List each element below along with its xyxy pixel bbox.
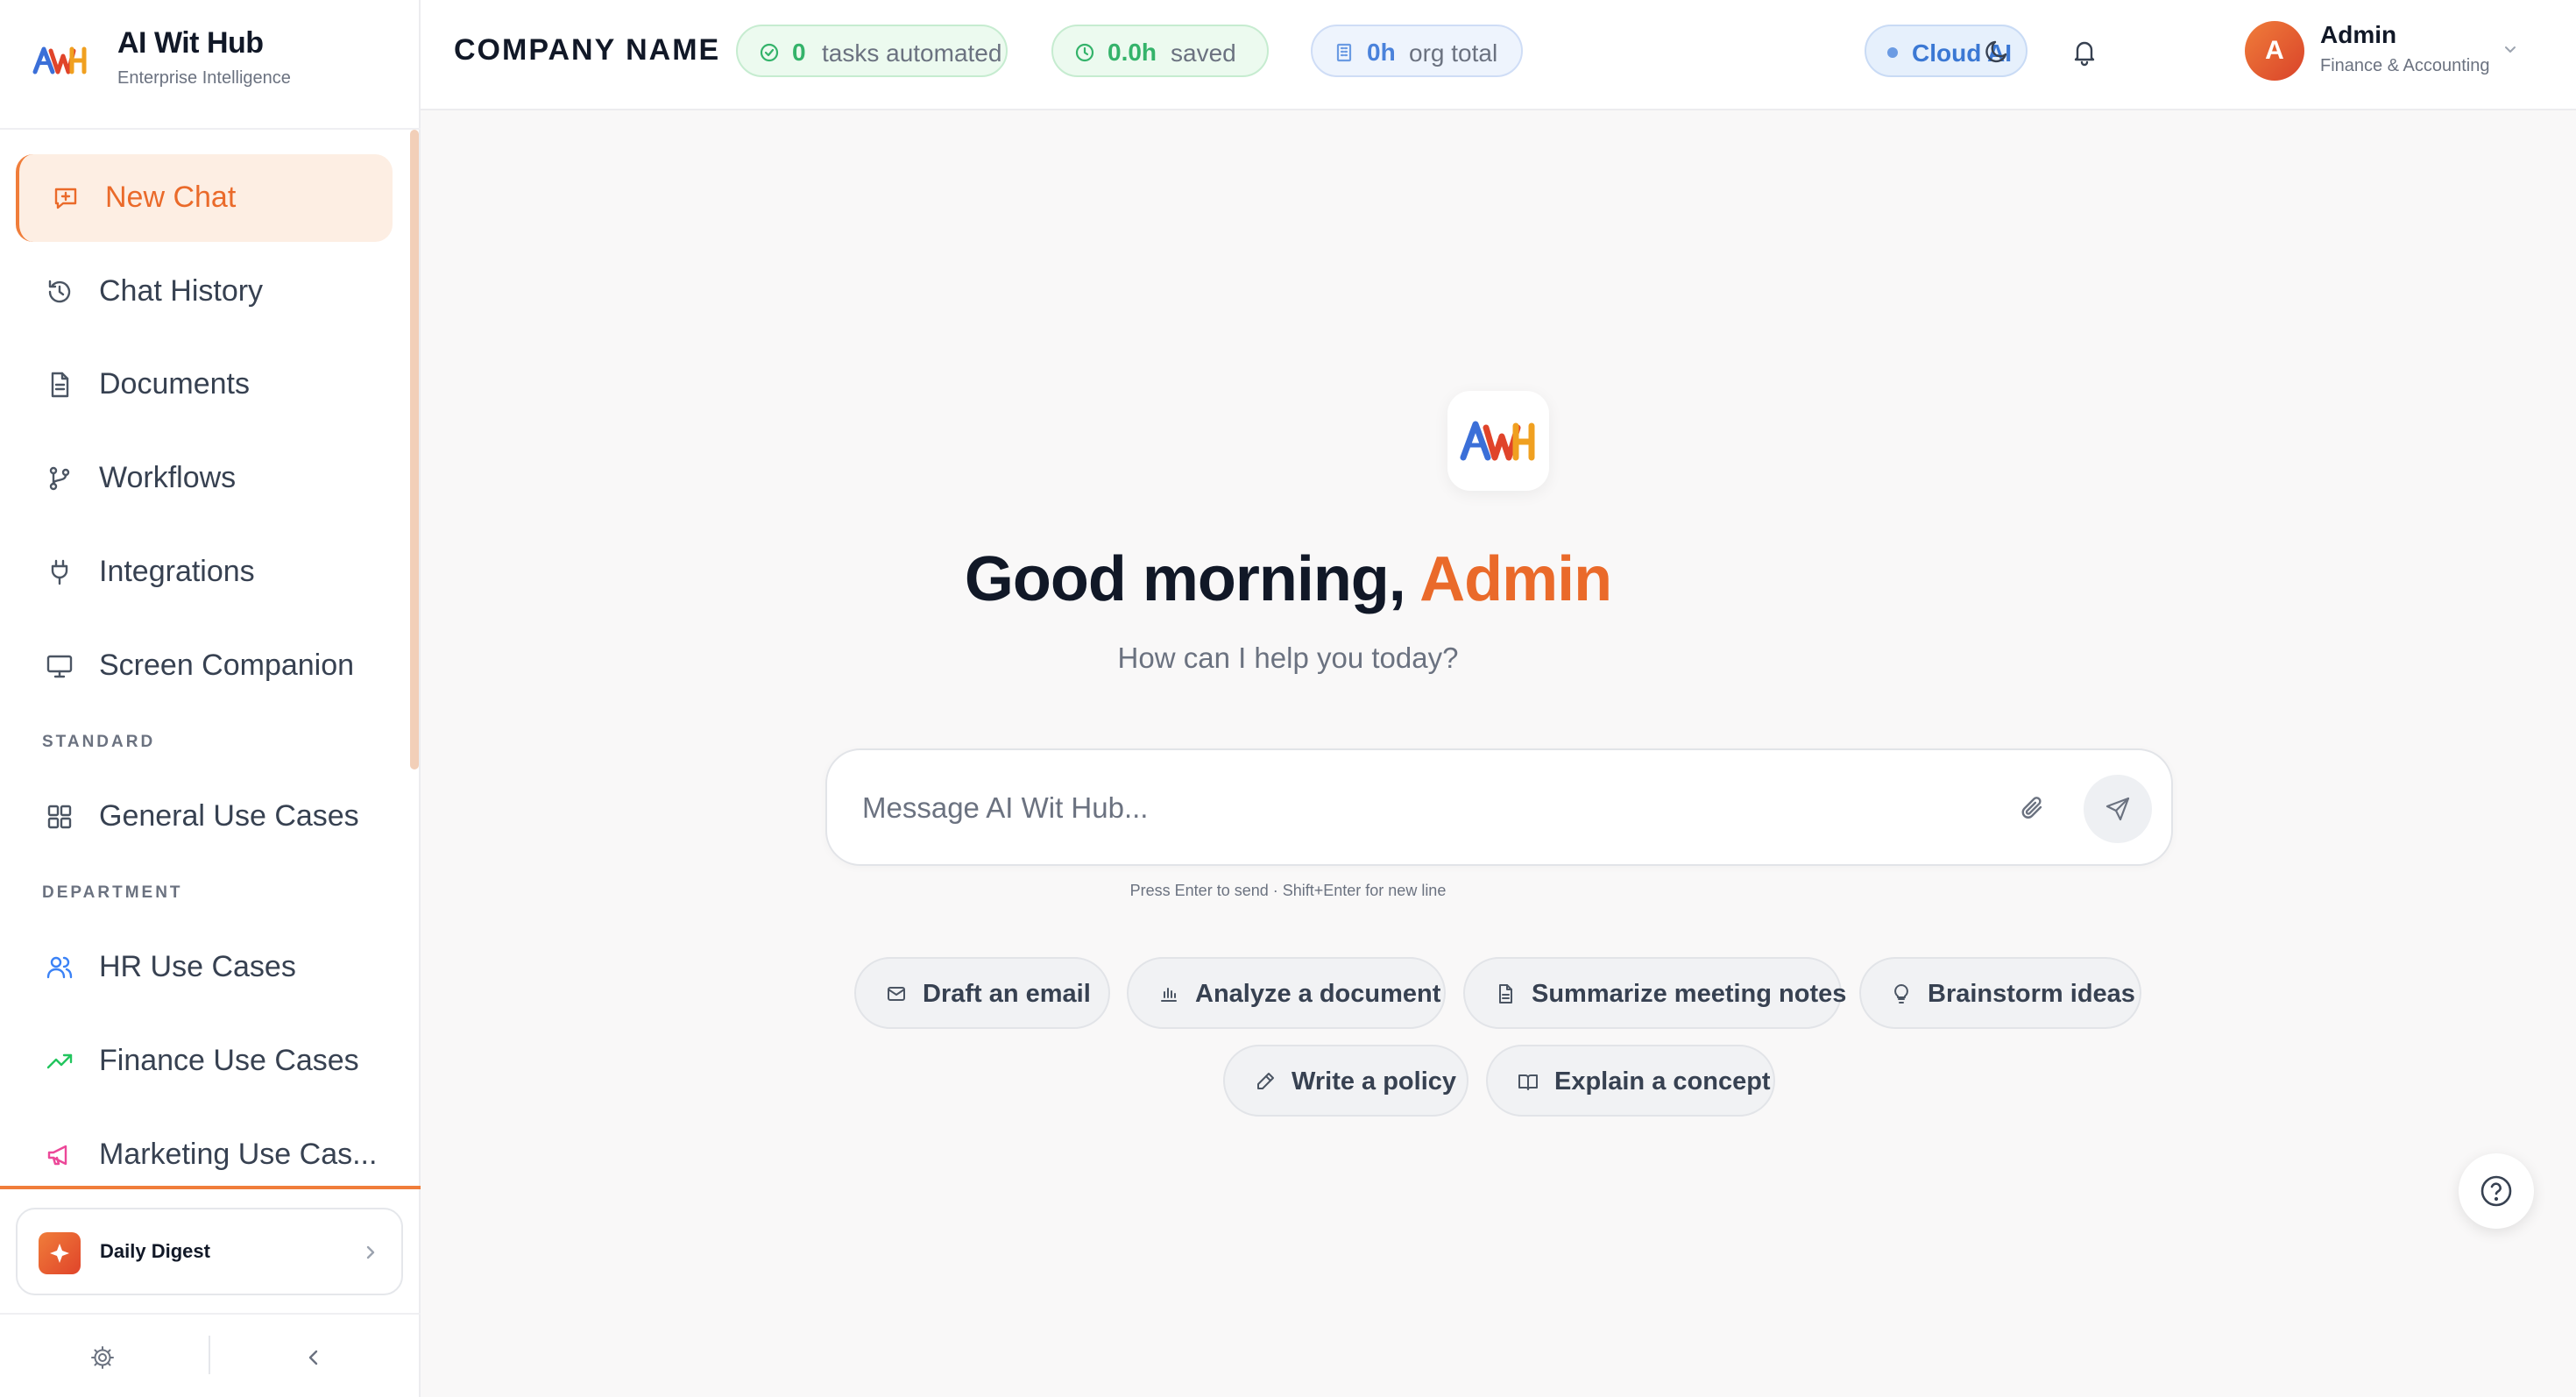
check-circle-icon xyxy=(760,43,779,62)
send-button[interactable] xyxy=(2084,775,2152,843)
brand-header: AI Wit Hub Enterprise Intelligence xyxy=(0,0,421,130)
greeting-subtitle: How can I help you today? xyxy=(1117,642,1459,674)
file-text-icon xyxy=(1499,984,1512,1003)
clock-icon xyxy=(1075,43,1094,62)
pen-icon xyxy=(1257,1073,1274,1089)
status-dot xyxy=(1887,47,1898,58)
megaphone-icon xyxy=(47,1145,67,1166)
sidebar-item-hr-use-cases[interactable]: HR Use Cases xyxy=(16,924,393,1011)
suggestion-explain-concept[interactable]: Explain a concept xyxy=(1486,1045,1775,1117)
daily-digest-button[interactable]: Daily Digest xyxy=(16,1208,403,1295)
hero-logo xyxy=(1447,391,1549,491)
lightbulb-icon xyxy=(1894,984,1908,1003)
sidebar-item-label: Documents xyxy=(99,367,250,401)
greeting-text: Good morning, xyxy=(964,544,1406,614)
building-icon xyxy=(1336,43,1352,62)
stat-value: 0.0h xyxy=(1108,39,1157,66)
greeting-heading: Good morning, Admin xyxy=(0,543,2576,615)
stat-label: tasks automated xyxy=(822,39,1002,67)
stat-label: org total xyxy=(1409,39,1498,67)
moon-icon[interactable] xyxy=(1982,37,2012,67)
suggestion-label: Write a policy xyxy=(1292,1067,1457,1096)
brand-subtitle: Enterprise Intelligence xyxy=(117,68,291,88)
composer-hint: Press Enter to send · Shift+Enter for ne… xyxy=(1129,882,1447,899)
chat-plus-icon xyxy=(54,188,77,209)
greeting-name: Admin xyxy=(1419,544,1612,614)
message-composer xyxy=(825,748,2173,866)
chevron-right-icon xyxy=(366,1245,375,1259)
sidebar-item-label: Finance Use Cases xyxy=(99,1044,359,1077)
sidebar-item-label: New Chat xyxy=(105,181,237,214)
suggestion-summarize-notes[interactable]: Summarize meeting notes xyxy=(1463,957,1846,1029)
bar-chart-icon xyxy=(1161,988,1177,1002)
sidebar-item-workflows[interactable]: Workflows xyxy=(16,435,393,522)
git-branch-icon xyxy=(49,466,70,491)
grid-icon xyxy=(47,805,72,829)
sidebar-item-new-chat[interactable]: New Chat xyxy=(16,154,393,242)
help-button[interactable] xyxy=(2459,1153,2534,1229)
suggestion-label: Brainstorm ideas xyxy=(1928,980,2135,1008)
avatar[interactable]: A xyxy=(2245,21,2304,81)
chevron-down-icon[interactable] xyxy=(2501,40,2520,60)
stat-value: 0h xyxy=(1367,39,1396,66)
sidebar: AI Wit Hub Enterprise Intelligence New C… xyxy=(0,0,421,1397)
sidebar-item-marketing-use-cases[interactable]: Marketing Use Cas... xyxy=(16,1111,393,1187)
suggestion-label: Explain a concept xyxy=(1554,1067,1771,1096)
sidebar-item-label: HR Use Cases xyxy=(99,950,296,983)
sidebar-divider xyxy=(0,1186,421,1189)
book-icon xyxy=(1518,1074,1538,1090)
top-header: COMPANY NAME 0 tasks automated 0.0h save… xyxy=(421,0,2576,110)
user-role: Finance & Accounting xyxy=(2320,56,2490,75)
user-name[interactable]: Admin xyxy=(2320,21,2396,49)
sidebar-item-chat-history[interactable]: Chat History xyxy=(16,248,393,336)
chevron-left-icon[interactable] xyxy=(303,1344,324,1371)
gear-icon[interactable] xyxy=(89,1344,116,1371)
stat-label: saved xyxy=(1171,39,1236,67)
suggestion-draft-email[interactable]: Draft an email xyxy=(854,957,1110,1029)
document-icon xyxy=(51,372,69,398)
users-icon xyxy=(46,956,73,979)
sidebar-footer xyxy=(0,1313,421,1397)
history-icon xyxy=(48,280,71,303)
help-circle-icon xyxy=(2480,1175,2512,1207)
sidebar-item-label: General Use Cases xyxy=(99,799,359,833)
suggestion-analyze-document[interactable]: Analyze a document xyxy=(1127,957,1446,1029)
send-icon xyxy=(2105,797,2130,821)
paperclip-icon[interactable] xyxy=(2017,792,2049,824)
trending-up-icon xyxy=(46,1053,73,1069)
suggestion-label: Analyze a document xyxy=(1195,980,1441,1008)
bell-icon[interactable] xyxy=(2070,37,2099,67)
stat-value: 0 xyxy=(792,39,806,66)
sparkle-icon xyxy=(39,1232,81,1274)
message-input[interactable] xyxy=(862,785,1914,831)
footer-divider xyxy=(209,1336,210,1374)
sidebar-item-label: Workflows xyxy=(99,461,237,494)
company-name: COMPANY NAME xyxy=(454,33,721,67)
stat-tasks-automated: 0 tasks automated xyxy=(736,25,1008,77)
sidebar-item-label: Marketing Use Cas... xyxy=(99,1138,378,1171)
section-title-standard: STANDARD xyxy=(42,733,156,751)
suggestion-label: Summarize meeting notes xyxy=(1532,980,1847,1008)
sidebar-item-finance-use-cases[interactable]: Finance Use Cases xyxy=(16,1018,393,1105)
daily-digest-label: Daily Digest xyxy=(100,1240,210,1262)
brand-title: AI Wit Hub xyxy=(117,26,264,60)
brand-logo-icon xyxy=(1460,421,1535,461)
stat-org-total: 0h org total xyxy=(1311,25,1523,77)
suggestion-brainstorm[interactable]: Brainstorm ideas xyxy=(1859,957,2141,1029)
sidebar-item-general-use-cases[interactable]: General Use Cases xyxy=(16,773,393,861)
suggestion-write-policy[interactable]: Write a policy xyxy=(1223,1045,1468,1117)
brand-logo-icon[interactable] xyxy=(32,42,88,77)
stat-time-saved: 0.0h saved xyxy=(1051,25,1269,77)
suggestion-label: Draft an email xyxy=(923,980,1091,1008)
mail-icon xyxy=(888,987,905,1001)
sidebar-item-documents[interactable]: Documents xyxy=(16,341,393,429)
sidebar-item-label: Chat History xyxy=(99,274,264,308)
